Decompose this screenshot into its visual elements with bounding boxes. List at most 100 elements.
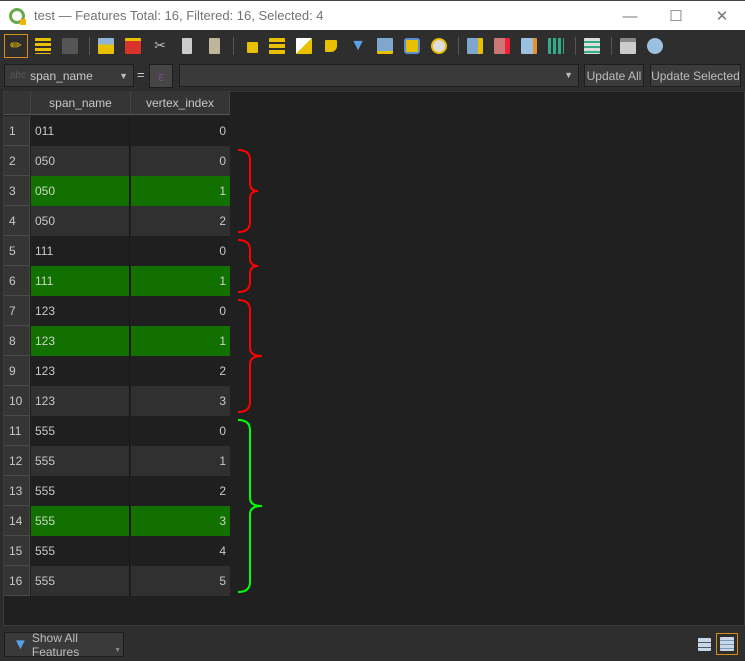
row-number[interactable]: 5 (4, 236, 30, 266)
table-row[interactable]: 14 555 3 (4, 506, 230, 536)
maximize-button[interactable]: ☐ (653, 1, 699, 31)
cell-vertex-index[interactable]: 2 (131, 476, 230, 506)
cell-vertex-index[interactable]: 0 (131, 146, 230, 176)
row-number[interactable]: 13 (4, 476, 30, 506)
cell-vertex-index[interactable]: 1 (131, 326, 230, 356)
cell-span-name[interactable]: 555 (31, 566, 130, 596)
cell-vertex-index[interactable]: 3 (131, 506, 230, 536)
table-row[interactable]: 12 555 1 (4, 446, 230, 476)
table-row[interactable]: 13 555 2 (4, 476, 230, 506)
cell-vertex-index[interactable]: 1 (131, 176, 230, 206)
table-row[interactable]: 16 555 5 (4, 566, 230, 596)
actions-button[interactable] (616, 34, 640, 58)
table-row[interactable]: 7 123 0 (4, 296, 230, 326)
cell-vertex-index[interactable]: 0 (131, 116, 230, 146)
cell-span-name[interactable]: 011 (31, 116, 130, 146)
zoom-to-selected-button[interactable] (427, 34, 451, 58)
table-row[interactable]: 15 555 4 (4, 536, 230, 566)
row-number[interactable]: 16 (4, 566, 30, 596)
row-number[interactable]: 3 (4, 176, 30, 206)
invert-selection-button[interactable] (292, 34, 316, 58)
cell-vertex-index[interactable]: 0 (131, 416, 230, 446)
cell-span-name[interactable]: 555 (31, 416, 130, 446)
select-all-button[interactable] (265, 34, 289, 58)
field-calculator-button[interactable] (517, 34, 541, 58)
field-selector[interactable]: abc span_name ▼ (4, 64, 134, 87)
delete-selected-button[interactable] (121, 34, 145, 58)
filter-select-form-button[interactable]: ▼ (346, 34, 370, 58)
cell-vertex-index[interactable]: 0 (131, 296, 230, 326)
column-header-span-name[interactable]: span_name (31, 92, 131, 115)
close-button[interactable]: ✕ (699, 1, 745, 31)
cell-span-name[interactable]: 123 (31, 386, 130, 416)
delete-field-button[interactable] (490, 34, 514, 58)
table-row[interactable]: 4 050 2 (4, 206, 230, 236)
table-row[interactable]: 2 050 0 (4, 146, 230, 176)
row-number[interactable]: 14 (4, 506, 30, 536)
cut-button[interactable]: ✂ (148, 34, 172, 58)
copy-button[interactable] (175, 34, 199, 58)
cell-vertex-index[interactable]: 2 (131, 356, 230, 386)
table-view-button[interactable] (716, 633, 738, 655)
cell-span-name[interactable]: 111 (31, 266, 130, 296)
cell-span-name[interactable]: 555 (31, 476, 130, 506)
add-feature-button[interactable] (94, 34, 118, 58)
minimize-button[interactable]: — (607, 1, 653, 31)
dock-table-button[interactable] (580, 34, 604, 58)
row-number[interactable]: 1 (4, 116, 30, 146)
toggle-editing-button[interactable]: ✏ (4, 33, 28, 58)
pan-to-selected-button[interactable] (400, 34, 424, 58)
row-number[interactable]: 8 (4, 326, 30, 356)
row-number[interactable]: 9 (4, 356, 30, 386)
row-number[interactable]: 6 (4, 266, 30, 296)
row-number[interactable]: 12 (4, 446, 30, 476)
update-selected-button[interactable]: Update Selected (650, 64, 741, 87)
table-row[interactable]: 1 011 0 (4, 116, 230, 146)
table-row[interactable]: 10 123 3 (4, 386, 230, 416)
identify-button[interactable] (643, 34, 667, 58)
cell-span-name[interactable]: 111 (31, 236, 130, 266)
cell-span-name[interactable]: 123 (31, 296, 130, 326)
table-row[interactable]: 6 111 1 (4, 266, 230, 296)
cell-span-name[interactable]: 123 (31, 326, 130, 356)
cell-span-name[interactable]: 050 (31, 206, 130, 236)
table-row[interactable]: 8 123 1 (4, 326, 230, 356)
cell-vertex-index[interactable]: 5 (131, 566, 230, 596)
save-edits-button[interactable] (58, 34, 82, 58)
new-field-button[interactable] (463, 34, 487, 58)
paste-button[interactable] (202, 34, 226, 58)
cell-vertex-index[interactable]: 3 (131, 386, 230, 416)
row-number[interactable]: 4 (4, 206, 30, 236)
cell-span-name[interactable]: 050 (31, 176, 130, 206)
cell-span-name[interactable]: 555 (31, 446, 130, 476)
row-number[interactable]: 7 (4, 296, 30, 326)
row-number[interactable]: 15 (4, 536, 30, 566)
table-row[interactable]: 9 123 2 (4, 356, 230, 386)
cell-span-name[interactable]: 123 (31, 356, 130, 386)
toggle-multi-edit-button[interactable] (31, 34, 55, 58)
cell-vertex-index[interactable]: 1 (131, 446, 230, 476)
cell-vertex-index[interactable]: 0 (131, 236, 230, 266)
show-all-features-button[interactable]: ▼ Show All Features ▼ (4, 631, 124, 659)
cell-span-name[interactable]: 050 (31, 146, 130, 176)
cell-span-name[interactable]: 555 (31, 506, 130, 536)
table-row[interactable]: 5 111 0 (4, 236, 230, 266)
corner-header[interactable] (4, 92, 31, 115)
select-by-expression-button[interactable] (238, 34, 262, 58)
row-number[interactable]: 11 (4, 416, 30, 446)
table-row[interactable]: 3 050 1 (4, 176, 230, 206)
deselect-all-button[interactable] (319, 34, 343, 58)
row-number[interactable]: 10 (4, 386, 30, 416)
row-number[interactable]: 2 (4, 146, 30, 176)
cell-vertex-index[interactable]: 1 (131, 266, 230, 296)
cell-vertex-index[interactable]: 4 (131, 536, 230, 566)
conditional-formatting-button[interactable] (544, 34, 568, 58)
cell-span-name[interactable]: 555 (31, 536, 130, 566)
move-selection-to-top-button[interactable] (373, 34, 397, 58)
expression-button[interactable]: ε (149, 64, 173, 88)
value-input[interactable]: ▼ (179, 64, 579, 87)
column-header-vertex-index[interactable]: vertex_index (131, 92, 230, 115)
table-row[interactable]: 11 555 0 (4, 416, 230, 446)
form-view-button[interactable] (693, 633, 715, 655)
update-all-button[interactable]: Update All (584, 64, 644, 87)
